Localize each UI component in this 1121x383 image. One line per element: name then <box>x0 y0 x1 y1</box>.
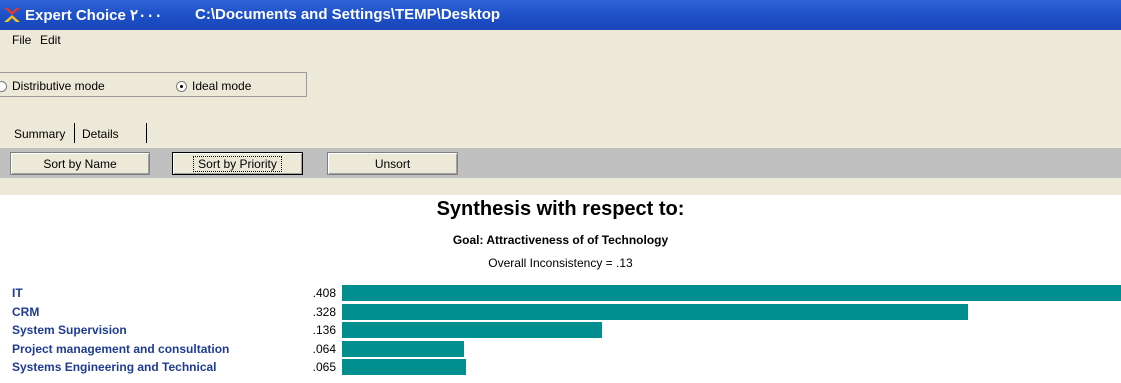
radio-checked-icon <box>176 80 187 92</box>
category-label: Systems Engineering and Technical <box>12 360 217 374</box>
tab-summary[interactable]: Summary <box>14 127 65 141</box>
app-name: Expert Choice ۲۰۰۰ <box>25 7 163 24</box>
category-label: System Supervision <box>12 323 127 337</box>
category-label: CRM <box>12 304 40 319</box>
sort-toolbar: Sort by Name Sort by Priority Unsort <box>0 148 1121 178</box>
goal-label: Goal: Attractiveness of of Technology <box>452 233 669 247</box>
sort-by-name-button[interactable]: Sort by Name <box>10 152 150 175</box>
distributive-mode-label: Distributive mode <box>12 79 105 93</box>
expert-choice-logo-icon <box>4 8 20 22</box>
value-label: .328 <box>312 304 336 319</box>
value-label: .064 <box>312 341 336 356</box>
mode-selector: Distributive mode Ideal mode <box>0 72 307 97</box>
chart-row: Systems Engineering and Technical .065 <box>0 358 1121 376</box>
category-label: Project management and consultation <box>12 341 230 356</box>
synthesis-title: Synthesis with respect to: <box>436 198 685 220</box>
menu-edit[interactable]: Edit <box>40 33 61 47</box>
value-label: .136 <box>312 323 336 337</box>
tab-details[interactable]: Details <box>82 127 119 141</box>
priority-bar <box>342 340 464 357</box>
tab-divider <box>146 123 147 143</box>
title-bar: Expert Choice ۲۰۰۰ C:\Documents and Sett… <box>0 0 1121 30</box>
ideal-mode-radio[interactable]: Ideal mode <box>176 79 251 93</box>
unsort-button[interactable]: Unsort <box>327 152 458 175</box>
control-panel: Distributive mode Ideal mode Summary Det… <box>0 50 1121 195</box>
tab-divider <box>74 123 75 143</box>
priority-bar <box>342 322 602 338</box>
chart-row: System Supervision .136 <box>0 321 1121 339</box>
chart-row: IT .408 <box>0 284 1121 302</box>
sort-by-priority-button[interactable]: Sort by Priority <box>172 152 303 175</box>
category-label: IT <box>12 286 23 300</box>
chart-row: CRM .328 <box>0 303 1121 321</box>
document-path: C:\Documents and Settings\TEMP\Desktop <box>195 6 501 23</box>
priority-bar <box>342 285 1121 301</box>
menu-bar: File Edit <box>0 30 1121 50</box>
chart-row: Project management and consultation .064 <box>0 340 1121 358</box>
unsort-label: Unsort <box>374 156 411 171</box>
priority-bar <box>342 359 466 375</box>
overall-inconsistency: Overall Inconsistency = .13 <box>488 256 633 270</box>
value-label: .065 <box>312 360 336 374</box>
ideal-mode-label: Ideal mode <box>192 79 252 93</box>
sort-by-name-label: Sort by Name <box>43 156 117 171</box>
priority-bar <box>342 303 968 320</box>
menu-file[interactable]: File <box>12 33 31 47</box>
value-label: .408 <box>312 286 336 300</box>
sort-by-priority-label: Sort by Priority <box>193 155 282 172</box>
radio-unchecked-icon <box>0 80 7 92</box>
distributive-mode-radio[interactable]: Distributive mode <box>0 79 105 93</box>
